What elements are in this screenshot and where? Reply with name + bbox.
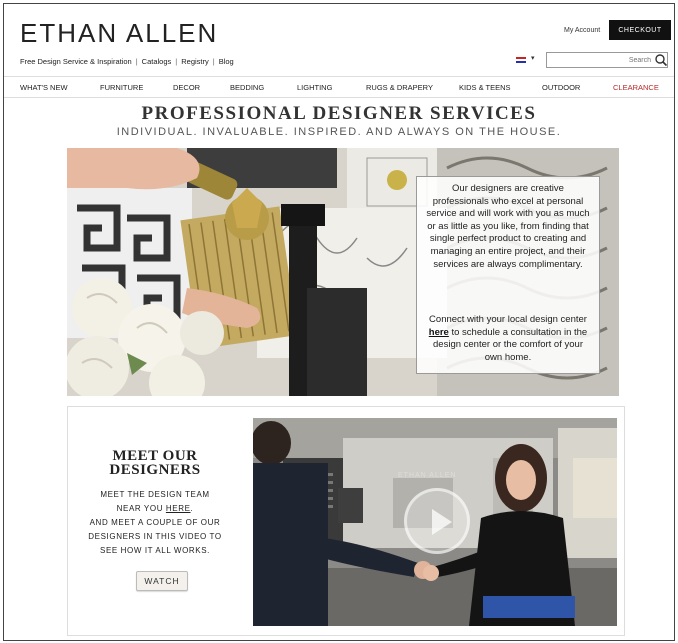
- chevron-down-icon[interactable]: ▾: [531, 54, 535, 62]
- desc-line: NEAR YOU HERE.: [80, 502, 230, 516]
- desc-line: SEE HOW IT ALL WORKS.: [100, 546, 210, 555]
- utility-link-catalogs[interactable]: Catalogs: [142, 57, 172, 66]
- heading-line: MEET OUR: [112, 448, 198, 464]
- nav-whats-new[interactable]: WHAT'S NEW: [20, 83, 68, 92]
- us-flag-icon[interactable]: [516, 57, 526, 63]
- nav-outdoor[interactable]: OUTDOOR: [542, 83, 580, 92]
- desc-text: .: [190, 504, 194, 513]
- hand: [67, 148, 200, 190]
- connect-text: Connect with your local design center: [429, 314, 587, 325]
- utility-link-design-service[interactable]: Free Design Service & Inspiration: [20, 57, 132, 66]
- design-team-link[interactable]: HERE: [166, 504, 191, 513]
- desc-line: AND MEET A COUPLE OF OUR: [89, 518, 221, 527]
- search-icon[interactable]: [654, 53, 668, 67]
- nav-kids-teens[interactable]: KIDS & TEENS: [459, 83, 511, 92]
- utility-link-blog[interactable]: Blog: [219, 57, 234, 66]
- desc-line: DESIGNERS IN THIS VIDEO TO: [88, 532, 222, 541]
- search-input[interactable]: [546, 52, 668, 68]
- meet-designers-description: MEET THE DESIGN TEAM NEAR YOU HERE. AND …: [80, 488, 230, 558]
- utility-links: Free Design Service & Inspiration | Cata…: [20, 57, 234, 66]
- page-title: PROFESSIONAL DESIGNER SERVICES: [141, 103, 537, 124]
- connect-text-end: to schedule a consultation in the design…: [433, 326, 588, 363]
- hero-connect-paragraph: Connect with your local design center he…: [423, 314, 593, 364]
- nav-furniture[interactable]: FURNITURE: [100, 83, 143, 92]
- desc-line: MEET THE DESIGN TEAM: [100, 490, 210, 499]
- divider: |: [212, 57, 215, 66]
- desc-text: NEAR YOU: [116, 504, 166, 513]
- divider: |: [135, 57, 138, 66]
- nav-clearance[interactable]: CLEARANCE: [613, 83, 659, 92]
- hero-paragraph: Our designers are creative professionals…: [426, 183, 590, 270]
- page-subtitle: INDIVIDUAL. INVALUABLE. INSPIRED. AND AL…: [116, 126, 562, 138]
- utility-link-registry[interactable]: Registry: [181, 57, 209, 66]
- meet-designers-heading: MEET OUR DESIGNERS: [100, 448, 210, 478]
- checkout-button[interactable]: CHECKOUT: [609, 20, 671, 40]
- my-account-link[interactable]: My Account: [564, 27, 600, 34]
- hero-text-card: Our designers are creative professionals…: [416, 176, 600, 374]
- nav-bedding[interactable]: BEDDING: [230, 83, 264, 92]
- heading-line: DESIGNERS: [109, 462, 201, 478]
- divider: |: [175, 57, 178, 66]
- gold-medallion-icon: [387, 170, 407, 190]
- main-nav: WHAT'S NEW FURNITURE DECOR BEDDING LIGHT…: [4, 76, 674, 98]
- logo[interactable]: ETHAN ALLEN: [20, 18, 218, 49]
- page-frame: ETHAN ALLEN My Account CHECKOUT Free Des…: [3, 3, 675, 641]
- nav-lighting[interactable]: LIGHTING: [297, 83, 332, 92]
- video-store-sign: ETHAN ALLEN: [398, 472, 457, 479]
- nav-decor[interactable]: DECOR: [173, 83, 200, 92]
- design-center-link[interactable]: here: [429, 327, 449, 338]
- nav-rugs-drapery[interactable]: RUGS & DRAPERY: [366, 83, 433, 92]
- watch-button[interactable]: WATCH: [136, 571, 188, 591]
- play-icon[interactable]: [404, 488, 470, 554]
